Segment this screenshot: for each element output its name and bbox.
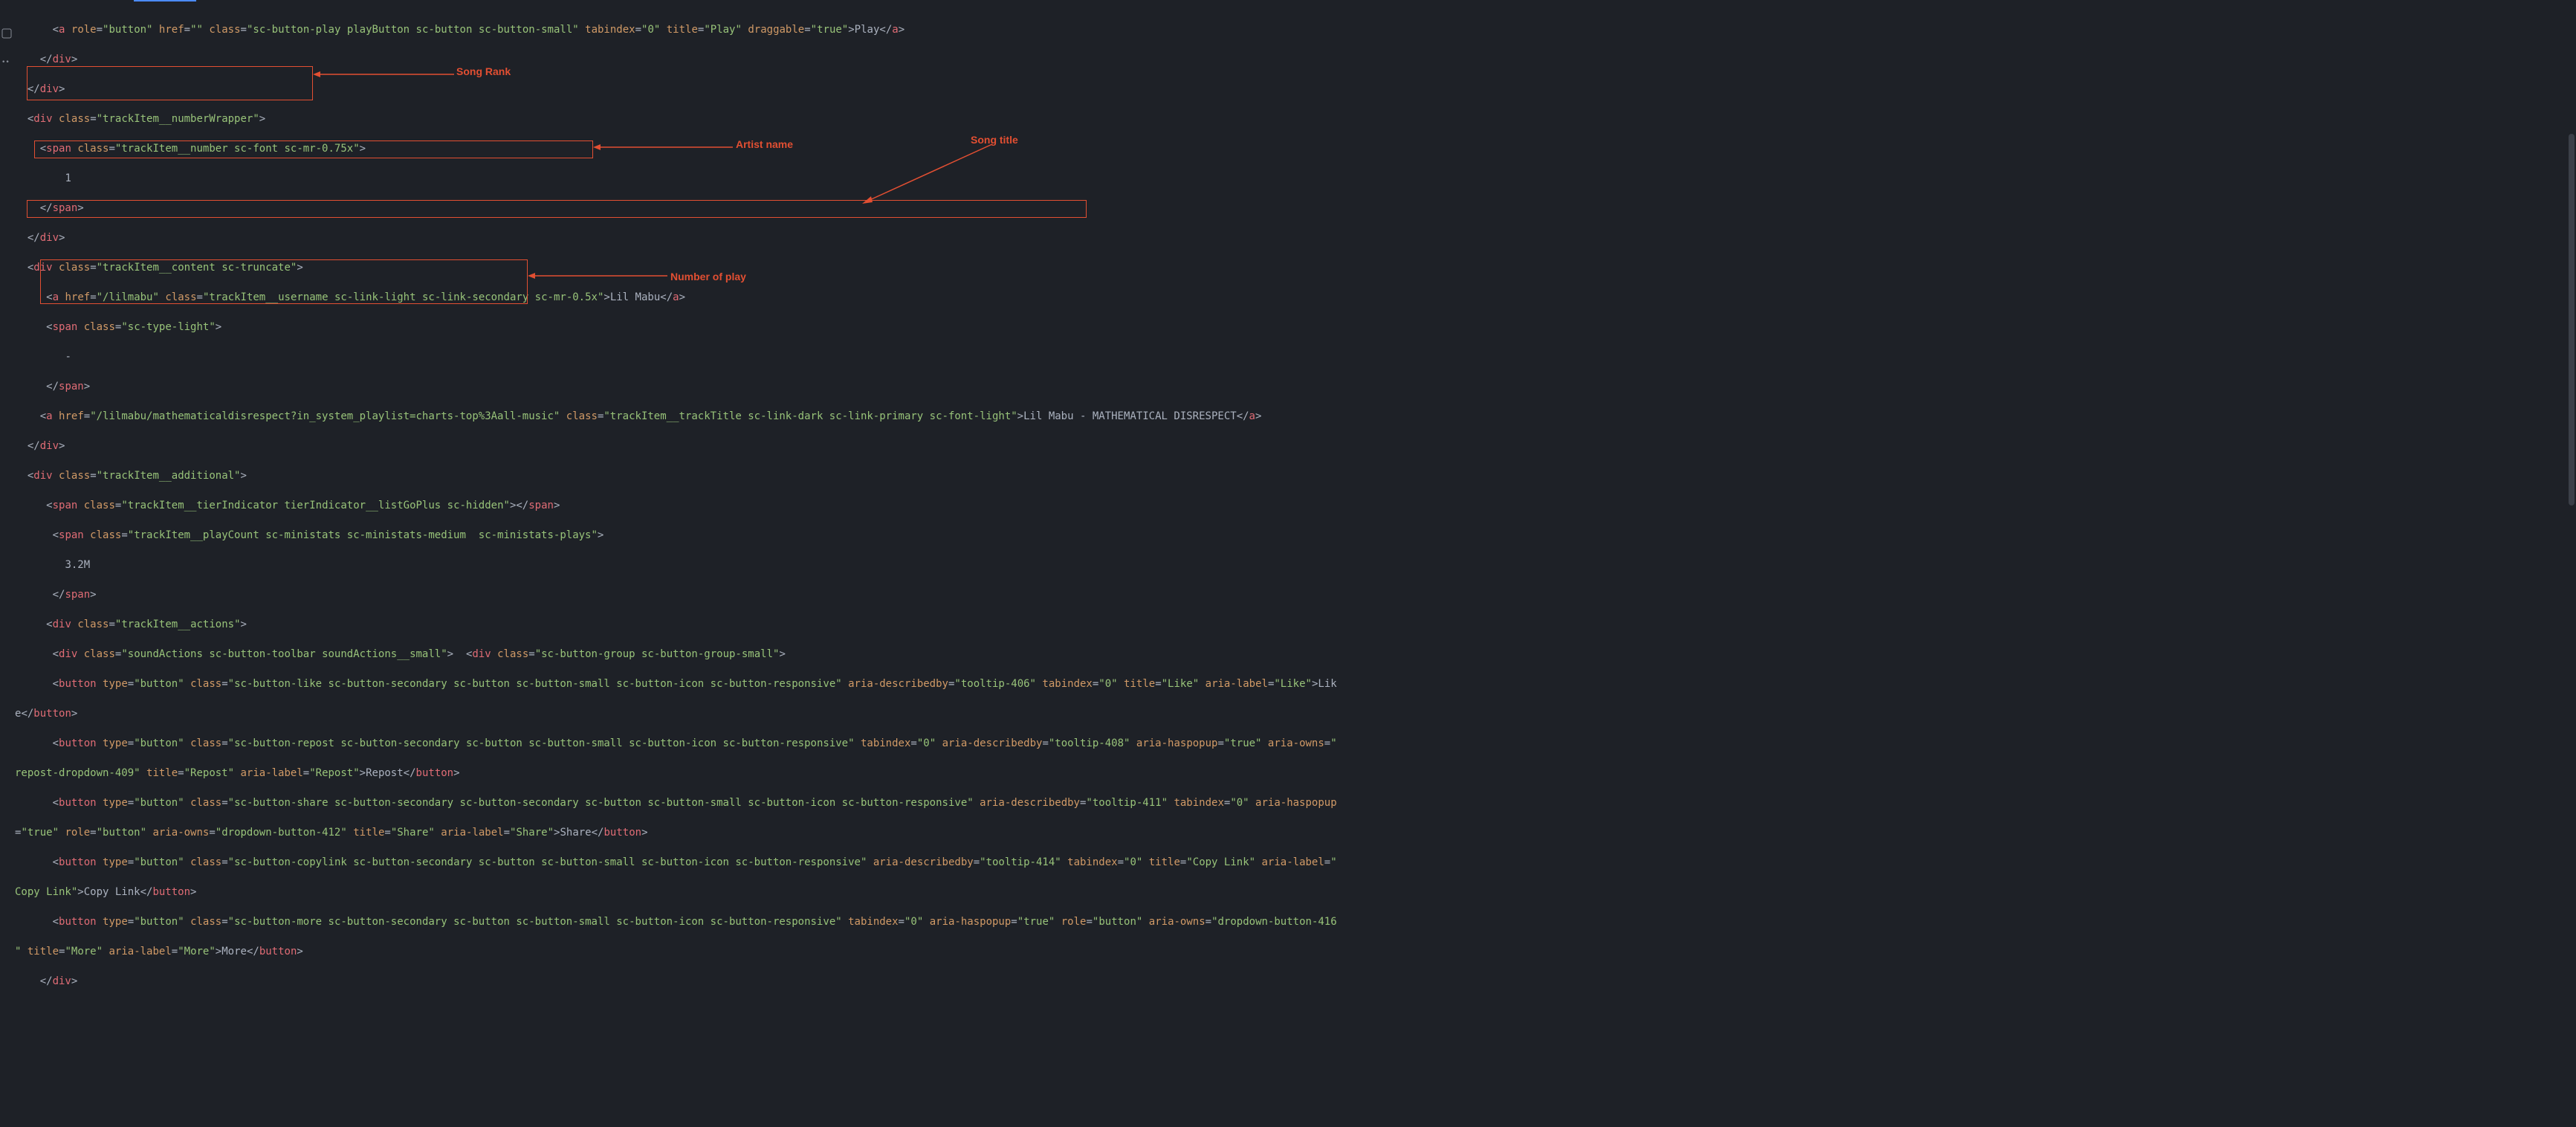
code-line[interactable]: </span> bbox=[15, 201, 2576, 216]
code-editor-viewport[interactable]: <a role="button" href="" class="sc-butto… bbox=[0, 0, 2576, 1026]
code-line[interactable]: <a role="button" href="" class="sc-butto… bbox=[15, 22, 2576, 37]
code-line[interactable]: <button type="button" class="sc-button-s… bbox=[15, 795, 2576, 810]
code-line[interactable]: 3.2M bbox=[15, 558, 2576, 572]
code-line[interactable]: <button type="button" class="sc-button-c… bbox=[15, 855, 2576, 870]
code-line[interactable]: <div class="trackItem__additional"> bbox=[15, 468, 2576, 483]
scrollbar[interactable] bbox=[2569, 134, 2575, 506]
code-line[interactable]: e</button> bbox=[15, 706, 2576, 721]
code-line[interactable]: </div> bbox=[15, 439, 2576, 453]
code-line[interactable]: <span class="trackItem__number sc-font s… bbox=[15, 141, 2576, 156]
code-line[interactable]: <a href="/lilmabu/mathematicaldisrespect… bbox=[15, 409, 2576, 424]
code-line[interactable]: <div class="trackItem__numberWrapper"> bbox=[15, 112, 2576, 126]
code-line[interactable]: </span> bbox=[15, 379, 2576, 394]
code-line[interactable]: </div> bbox=[15, 974, 2576, 989]
code-line[interactable]: <button type="button" class="sc-button-m… bbox=[15, 914, 2576, 929]
code-line[interactable]: </div> bbox=[15, 82, 2576, 97]
code-line[interactable]: ="true" role="button" aria-owns="dropdow… bbox=[15, 825, 2576, 840]
code-line[interactable]: - bbox=[15, 349, 2576, 364]
code-line[interactable]: </span> bbox=[15, 587, 2576, 602]
code-line[interactable]: <button type="button" class="sc-button-l… bbox=[15, 676, 2576, 691]
code-line[interactable]: repost-dropdown-409" title="Repost" aria… bbox=[15, 766, 2576, 781]
code-line[interactable]: <span class="sc-type-light"> bbox=[15, 320, 2576, 335]
code-line[interactable]: <span class="trackItem__tierIndicator ti… bbox=[15, 498, 2576, 513]
code-line[interactable]: <button type="button" class="sc-button-r… bbox=[15, 736, 2576, 751]
code-line[interactable]: 1 bbox=[15, 171, 2576, 186]
code-line[interactable]: <a href="/lilmabu" class="trackItem__use… bbox=[15, 290, 2576, 305]
code-line[interactable]: <span class="trackItem__playCount sc-min… bbox=[15, 528, 2576, 543]
code-line[interactable]: </div> bbox=[15, 52, 2576, 67]
code-line[interactable]: <div class="trackItem__content sc-trunca… bbox=[15, 260, 2576, 275]
attrs: role="button" href="" class="sc-button-p… bbox=[65, 24, 848, 36]
code-line[interactable]: Copy Link">Copy Link</button> bbox=[15, 885, 2576, 900]
code-line[interactable]: <div class="trackItem__actions"> bbox=[15, 617, 2576, 632]
code-line[interactable]: </div> bbox=[15, 230, 2576, 245]
code-line[interactable]: <div class="soundActions sc-button-toolb… bbox=[15, 647, 2576, 662]
code-line[interactable]: " title="More" aria-label="More">More</b… bbox=[15, 944, 2576, 959]
